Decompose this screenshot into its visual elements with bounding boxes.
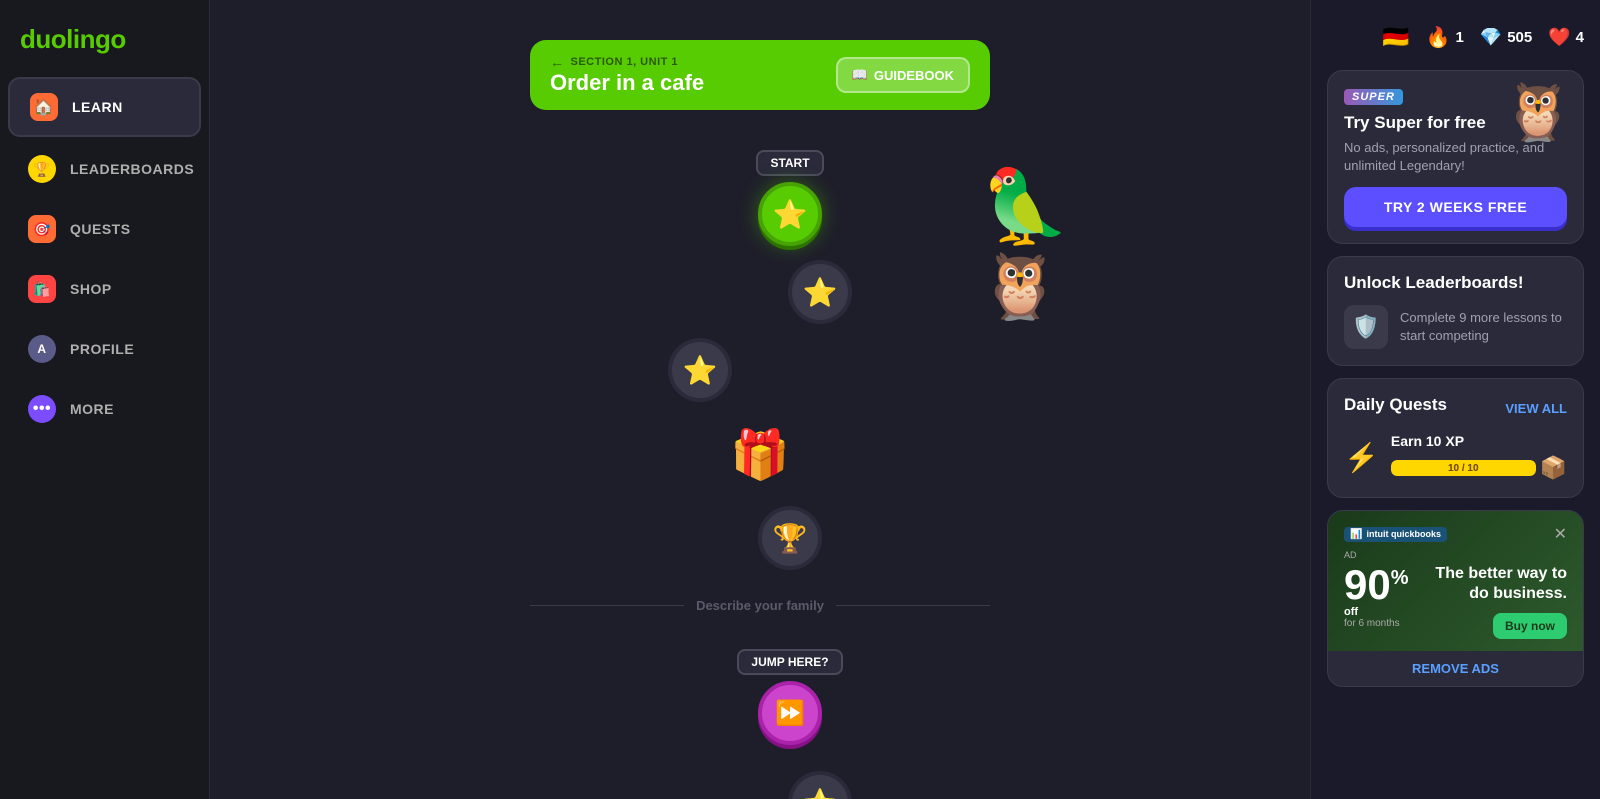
section-label: ← SECTION 1, UNIT 1 — [550, 54, 704, 70]
ad-buy-button[interactable]: Buy now — [1493, 613, 1567, 639]
sidebar-item-leaderboards[interactable]: 🏆 LEADERBOARDS — [8, 141, 201, 197]
ad-percent: 90% — [1344, 564, 1409, 606]
quest-content: Earn 10 XP 10 / 10 📦 — [1391, 433, 1567, 481]
divider-line-left — [530, 605, 684, 606]
sidebar-label-leaderboards: LEADERBOARDS — [70, 161, 194, 177]
section-title: Order in a cafe — [550, 70, 704, 96]
node3[interactable]: ⭐ — [668, 338, 732, 402]
ad-ad-label: AD — [1344, 550, 1447, 560]
section-banner: ← SECTION 1, UNIT 1 Order in a cafe 📖 GU… — [530, 40, 990, 110]
leaderboard-shield-icon: 🛡️ — [1344, 305, 1388, 349]
jump-section: JUMP HERE? ⏩ — [737, 649, 842, 745]
extra-locked-node[interactable]: ⭐ — [788, 771, 852, 799]
ad-image: 📊 intuit quickbooks AD ✕ 90% off for 6 m… — [1328, 511, 1583, 651]
super-owl-mascot: 🦉 — [1503, 79, 1573, 145]
sidebar-label-more: MORE — [70, 401, 114, 417]
fire-icon: 🔥 — [1426, 25, 1451, 50]
quest-lightning-icon: ⚡ — [1344, 441, 1379, 474]
leaderboards-icon: 🏆 — [28, 155, 56, 183]
heart-icon: ❤️ — [1548, 27, 1570, 48]
node2-wrapper: ⭐ — [788, 260, 852, 324]
top-stats: 🇩🇪 🔥 1 💎 505 ❤️ 4 — [1327, 16, 1584, 58]
star-locked-icon-2: ⭐ — [803, 276, 838, 309]
ad-tagline: The better way to do business. — [1417, 564, 1567, 606]
chest-node[interactable]: 🎁 — [724, 424, 796, 484]
node2[interactable]: ⭐ — [788, 260, 852, 324]
sidebar-item-profile[interactable]: A PROFILE — [8, 321, 201, 377]
quests-icon: 🎯 — [28, 215, 56, 243]
jump-label: JUMP HERE? — [737, 649, 842, 675]
ad-months-text: for 6 months — [1344, 618, 1409, 629]
super-card: 🦉 SUPER Try Super for free No ads, perso… — [1327, 70, 1584, 244]
learn-icon: 🏠 — [30, 93, 58, 121]
owl-mascot: 🦜 🦉 — [980, 164, 1070, 324]
guidebook-button[interactable]: 📖 GUIDEBOOK — [836, 57, 970, 93]
shop-icon: 🛍️ — [28, 275, 56, 303]
jump-button[interactable]: ⏩ — [758, 681, 822, 745]
progress-chest-icon: 📦 — [1540, 455, 1567, 481]
quest-header: Daily Quests VIEW ALL — [1344, 395, 1567, 421]
stat-gems: 💎 505 — [1480, 27, 1532, 48]
daily-quests-card: Daily Quests VIEW ALL ⚡ Earn 10 XP 10 / … — [1327, 378, 1584, 498]
leaderboard-card-title: Unlock Leaderboards! — [1344, 273, 1567, 293]
sidebar-item-quests[interactable]: 🎯 QUESTS — [8, 201, 201, 257]
view-all-button[interactable]: VIEW ALL — [1505, 401, 1567, 416]
trophy-icon: 🏆 — [773, 522, 808, 555]
quest-title: Earn 10 XP — [1391, 433, 1567, 449]
sidebar-label-quests: QUESTS — [70, 221, 131, 237]
start-node[interactable]: ⭐ — [758, 182, 822, 246]
guidebook-icon: 📖 — [852, 67, 868, 83]
shield-icon: 🛡️ — [1352, 314, 1379, 340]
star-locked-icon-3: ⭐ — [683, 354, 718, 387]
divider-line-right — [836, 605, 990, 606]
sidebar-item-learn[interactable]: 🏠 LEARN — [8, 77, 201, 137]
divider-text: Describe your family — [696, 598, 824, 613]
star-icon: ⭐ — [773, 198, 808, 231]
more-icon: ••• — [28, 395, 56, 423]
sidebar: duolingo 🏠 LEARN 🏆 LEADERBOARDS 🎯 QUESTS… — [0, 0, 210, 799]
gem-icon: 💎 — [1480, 27, 1502, 48]
trophy-node[interactable]: 🏆 — [758, 506, 822, 570]
right-panel: 🇩🇪 🔥 1 💎 505 ❤️ 4 🦉 SUPER Try Super for … — [1310, 0, 1600, 799]
stat-flag[interactable]: 🇩🇪 — [1382, 24, 1409, 50]
logo: duolingo — [0, 16, 209, 75]
ad-card: 📊 intuit quickbooks AD ✕ 90% off for 6 m… — [1327, 510, 1584, 687]
quest-progress-fill: 10 / 10 — [1391, 460, 1536, 476]
jump-icon: ⏩ — [775, 699, 805, 728]
flag-icon: 🇩🇪 — [1382, 24, 1409, 50]
chest-icon: 🎁 — [730, 426, 790, 483]
sidebar-label-shop: SHOP — [70, 281, 112, 297]
ad-logo: 📊 intuit quickbooks — [1344, 527, 1447, 542]
node3-wrapper: ⭐ — [668, 338, 732, 402]
star-locked-icon-extra: ⭐ — [803, 787, 838, 799]
quest-item: ⚡ Earn 10 XP 10 / 10 📦 — [1344, 433, 1567, 481]
sidebar-item-shop[interactable]: 🛍️ SHOP — [8, 261, 201, 317]
remove-ads-button[interactable]: REMOVE ADS — [1328, 651, 1583, 686]
stat-streak: 🔥 1 — [1426, 25, 1464, 50]
section-divider: Describe your family — [530, 598, 990, 613]
hearts-count: 4 — [1576, 29, 1584, 46]
ad-close-icon[interactable]: ✕ — [1554, 524, 1567, 544]
leaderboard-card: Unlock Leaderboards! 🛡️ Complete 9 more … — [1327, 256, 1584, 366]
chest-wrapper: 🎁 — [724, 416, 796, 492]
profile-icon: A — [28, 335, 56, 363]
leaderboard-desc: Complete 9 more lessons to start competi… — [1400, 309, 1567, 345]
main-content: ← SECTION 1, UNIT 1 Order in a cafe 📖 GU… — [210, 0, 1310, 799]
gems-count: 505 — [1507, 29, 1532, 46]
daily-quests-title: Daily Quests — [1344, 395, 1447, 415]
start-label: START — [756, 150, 823, 176]
sidebar-item-more[interactable]: ••• MORE — [8, 381, 201, 437]
super-badge: SUPER — [1344, 89, 1403, 105]
stat-hearts: ❤️ 4 — [1548, 27, 1584, 48]
quest-progress-bar: 10 / 10 — [1391, 460, 1536, 476]
start-node-wrapper: START ⭐ — [756, 150, 823, 246]
trophy-wrapper: 🏆 — [758, 506, 822, 570]
streak-count: 1 — [1455, 29, 1463, 46]
sidebar-label-profile: PROFILE — [70, 341, 134, 357]
super-trial-button[interactable]: TRY 2 WEEKS FREE — [1344, 187, 1567, 227]
extra-node-wrapper: ⭐ — [788, 771, 852, 799]
sidebar-label-learn: LEARN — [72, 99, 123, 115]
path-container: START ⭐ 🦜 🦉 ⭐ ⭐ 🎁 — [210, 130, 1310, 799]
